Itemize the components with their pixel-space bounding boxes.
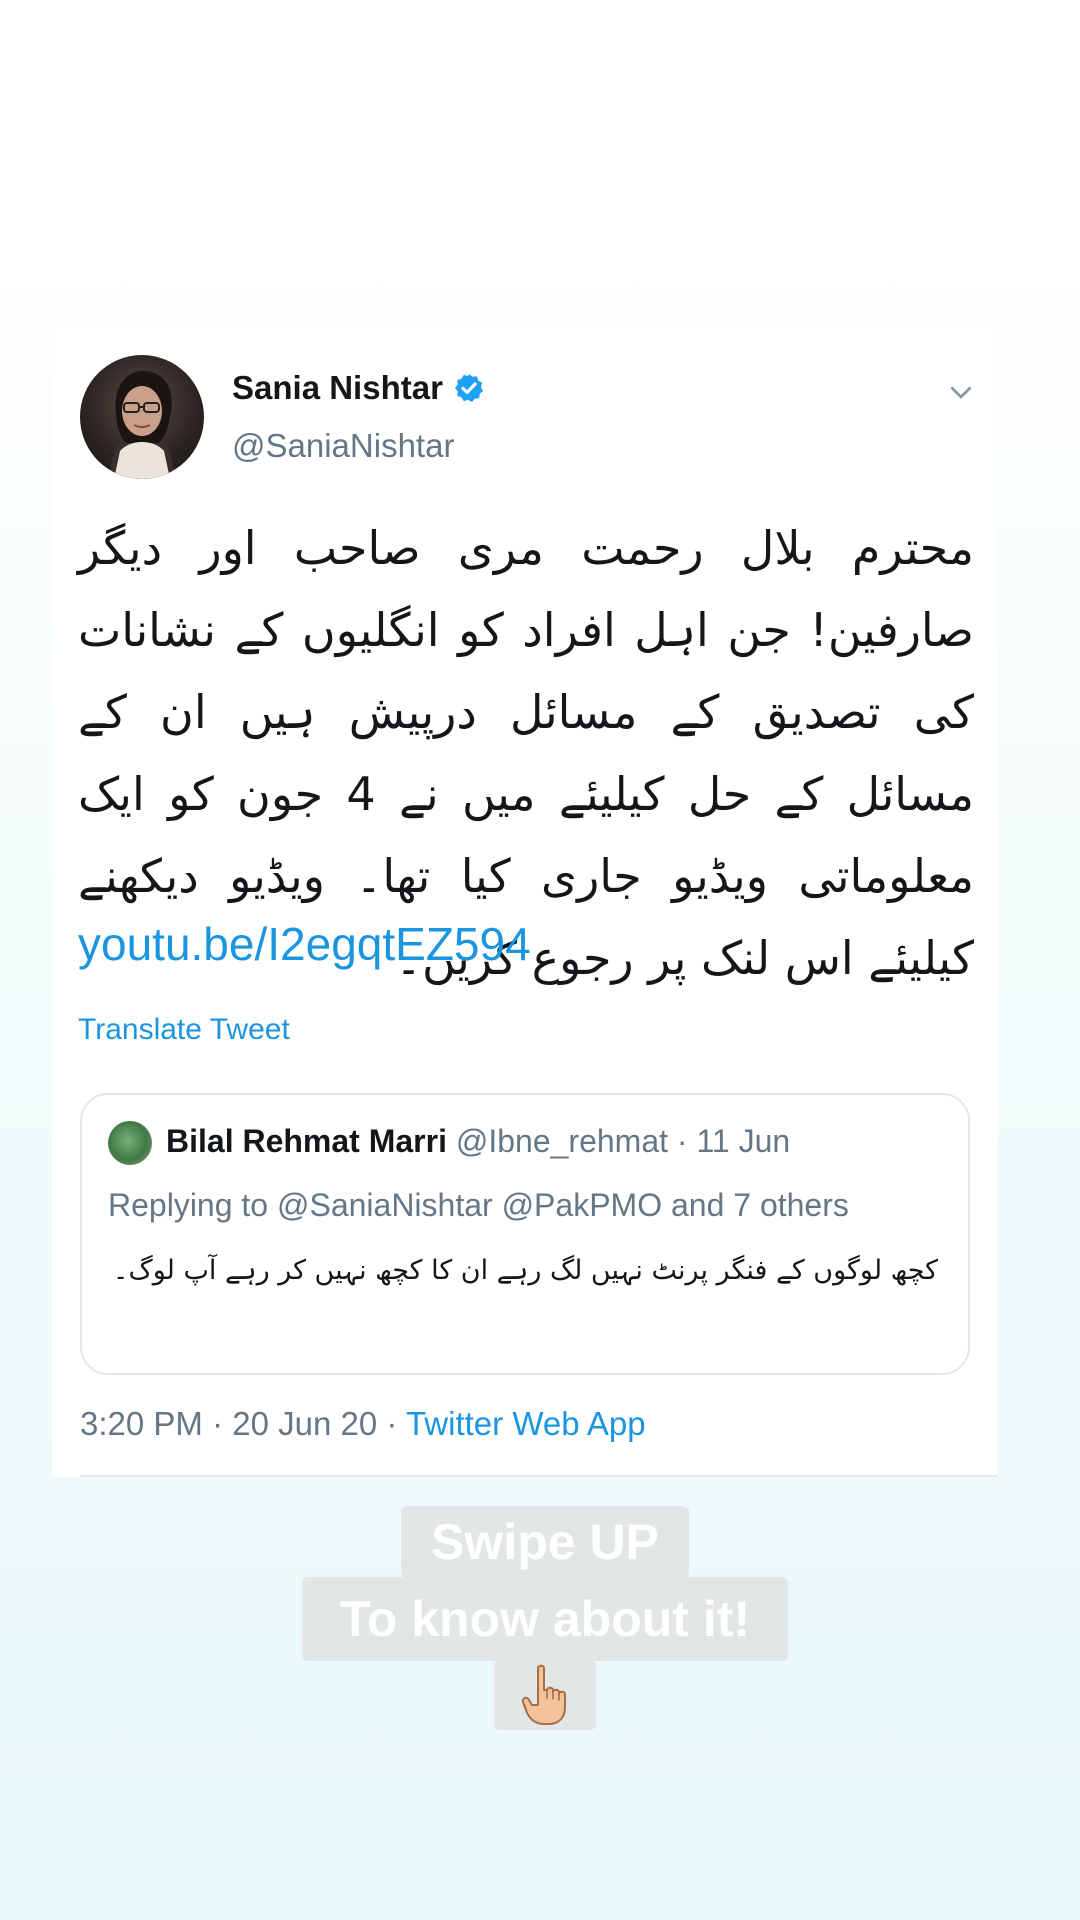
tweet-date: 20 Jun 20: [232, 1405, 378, 1442]
author-display-name[interactable]: Sania Nishtar: [232, 369, 485, 407]
quoted-author-handle: @Ibne_rehmat: [455, 1123, 669, 1159]
tweet-time: 3:20 PM: [80, 1405, 203, 1442]
pointing-up-hand-icon: [521, 1664, 566, 1725]
meta-separator-2: ·: [386, 1405, 398, 1442]
author-handle[interactable]: @SaniaNishtar: [232, 427, 454, 465]
pointing-up-sticker[interactable]: [494, 1660, 596, 1730]
quoted-tweet[interactable]: Bilal Rehmat Marri @Ibne_rehmat · 11 Jun…: [80, 1093, 970, 1375]
chevron-down-icon[interactable]: [946, 377, 976, 407]
tweet-card[interactable]: Sania Nishtar @SaniaNishtar محترم بلال ر…: [52, 327, 998, 1477]
verified-badge-icon: [454, 374, 483, 402]
tweet-source-link[interactable]: Twitter Web App: [406, 1405, 646, 1442]
quoted-author-avatar: [108, 1121, 152, 1165]
quoted-tweet-header: Bilal Rehmat Marri @Ibne_rehmat · 11 Jun: [166, 1123, 790, 1160]
know-about-it-sticker[interactable]: To know about it!: [302, 1577, 788, 1661]
swipe-up-sticker[interactable]: Swipe UP: [401, 1506, 689, 1578]
author-avatar[interactable]: [80, 355, 204, 479]
avatar-portrait-icon: [110, 370, 174, 479]
author-name-text: Sania Nishtar: [232, 369, 443, 406]
translate-tweet-link[interactable]: Translate Tweet: [78, 1013, 290, 1047]
quoted-separator: ·: [676, 1123, 688, 1159]
quoted-tweet-text: کچھ لوگوں کے فنگر پرنٹ نہیں لگ رہے ان کا…: [112, 1255, 938, 1286]
replying-to-text: Replying to @SaniaNishtar @PakPMO and 7 …: [108, 1187, 849, 1223]
quoted-author-name: Bilal Rehmat Marri: [166, 1123, 447, 1159]
divider: [80, 1475, 998, 1477]
quoted-date: 11 Jun: [696, 1123, 791, 1159]
tweet-link[interactable]: youtu.be/I2egqtEZ594: [78, 917, 531, 971]
tweet-metadata: 3:20 PM · 20 Jun 20 · Twitter Web App: [80, 1405, 646, 1443]
meta-separator-1: ·: [212, 1405, 224, 1442]
